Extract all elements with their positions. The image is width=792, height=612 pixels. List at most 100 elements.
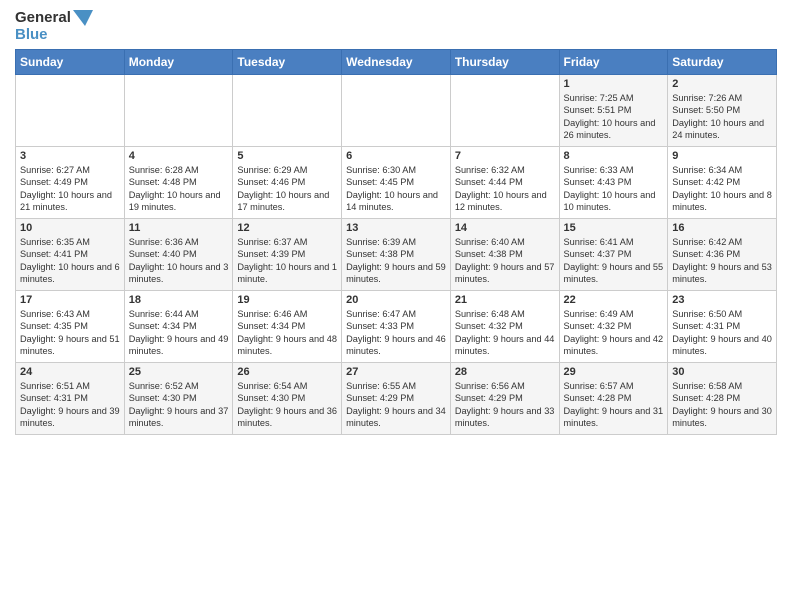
calendar-cell: 2Sunrise: 7:26 AM Sunset: 5:50 PM Daylig… (668, 75, 777, 147)
day-sun-info: Sunrise: 6:27 AM Sunset: 4:49 PM Dayligh… (20, 164, 120, 214)
day-number: 11 (129, 222, 229, 234)
day-number: 1 (564, 78, 664, 90)
calendar-cell (233, 75, 342, 147)
day-sun-info: Sunrise: 6:39 AM Sunset: 4:38 PM Dayligh… (346, 236, 446, 286)
day-sun-info: Sunrise: 6:41 AM Sunset: 4:37 PM Dayligh… (564, 236, 664, 286)
day-sun-info: Sunrise: 6:58 AM Sunset: 4:28 PM Dayligh… (672, 380, 772, 430)
day-number: 29 (564, 366, 664, 378)
day-header-tuesday: Tuesday (233, 50, 342, 75)
day-number: 16 (672, 222, 772, 234)
day-number: 10 (20, 222, 120, 234)
calendar-cell: 5 Sunrise: 6:29 AM Sunset: 4:46 PM Daylig… (233, 147, 342, 219)
calendar-cell (16, 75, 125, 147)
day-sun-info: Sunrise: 6:49 AM Sunset: 4:32 PM Dayligh… (564, 308, 664, 358)
calendar-cell: 13 Sunrise: 6:39 AM Sunset: 4:38 PM Dayli… (342, 219, 451, 291)
day-sun-info: Sunrise: 6:34 AM Sunset: 4:42 PM Dayligh… (672, 164, 772, 214)
day-sun-info: Sunrise: 6:36 AM Sunset: 4:40 PM Dayligh… (129, 236, 229, 286)
calendar-cell: 11 Sunrise: 6:36 AM Sunset: 4:40 PM Dayli… (124, 219, 233, 291)
day-sun-info: Sunrise: 6:54 AM Sunset: 4:30 PM Dayligh… (237, 380, 337, 430)
header: General Blue (15, 10, 777, 43)
day-number: 2 (672, 78, 772, 90)
day-header-thursday: Thursday (450, 50, 559, 75)
day-sun-info: Sunrise: 6:42 AM Sunset: 4:36 PM Dayligh… (672, 236, 772, 286)
calendar-cell: 19Sunrise: 6:46 AM Sunset: 4:34 PM Dayli… (233, 291, 342, 363)
day-sun-info: Sunrise: 6:50 AM Sunset: 4:31 PM Dayligh… (672, 308, 772, 358)
calendar-cell: 15Sunrise: 6:41 AM Sunset: 4:37 PM Dayli… (559, 219, 668, 291)
calendar-week-row: 17 Sunrise: 6:43 AM Sunset: 4:35 PM Dayli… (16, 291, 777, 363)
day-number: 21 (455, 294, 555, 306)
logo-general: General (15, 10, 71, 27)
calendar-header-row: SundayMondayTuesdayWednesdayThursdayFrid… (16, 50, 777, 75)
calendar-cell (450, 75, 559, 147)
day-number: 23 (672, 294, 772, 306)
day-number: 22 (564, 294, 664, 306)
page-container: General Blue SundayMondayTuesdayWednesda… (0, 0, 792, 440)
calendar-week-row: 1Sunrise: 7:25 AM Sunset: 5:51 PM Daylig… (16, 75, 777, 147)
day-number: 8 (564, 150, 664, 162)
calendar-cell: 23 Sunrise: 6:50 AM Sunset: 4:31 PM Dayli… (668, 291, 777, 363)
day-sun-info: Sunrise: 6:57 AM Sunset: 4:28 PM Dayligh… (564, 380, 664, 430)
day-header-friday: Friday (559, 50, 668, 75)
day-sun-info: Sunrise: 6:46 AM Sunset: 4:34 PM Dayligh… (237, 308, 337, 358)
calendar-cell (342, 75, 451, 147)
day-number: 30 (672, 366, 772, 378)
day-number: 18 (129, 294, 229, 306)
day-sun-info: Sunrise: 6:52 AM Sunset: 4:30 PM Dayligh… (129, 380, 229, 430)
calendar-cell: 29 Sunrise: 6:57 AM Sunset: 4:28 PM Dayli… (559, 363, 668, 435)
day-sun-info: Sunrise: 6:40 AM Sunset: 4:38 PM Dayligh… (455, 236, 555, 286)
calendar-cell: 8 Sunrise: 6:33 AM Sunset: 4:43 PM Daylig… (559, 147, 668, 219)
logo: General Blue (15, 10, 93, 43)
day-sun-info: Sunrise: 6:47 AM Sunset: 4:33 PM Dayligh… (346, 308, 446, 358)
day-number: 6 (346, 150, 446, 162)
logo-blue: Blue (15, 27, 48, 44)
day-sun-info: Sunrise: 6:29 AM Sunset: 4:46 PM Dayligh… (237, 164, 337, 214)
calendar-cell: 22 Sunrise: 6:49 AM Sunset: 4:32 PM Dayli… (559, 291, 668, 363)
day-number: 9 (672, 150, 772, 162)
day-header-saturday: Saturday (668, 50, 777, 75)
day-number: 12 (237, 222, 337, 234)
day-number: 7 (455, 150, 555, 162)
day-sun-info: Sunrise: 6:35 AM Sunset: 4:41 PM Dayligh… (20, 236, 120, 286)
day-sun-info: Sunrise: 6:37 AM Sunset: 4:39 PM Dayligh… (237, 236, 337, 286)
day-sun-info: Sunrise: 6:43 AM Sunset: 4:35 PM Dayligh… (20, 308, 120, 358)
day-sun-info: Sunrise: 6:51 AM Sunset: 4:31 PM Dayligh… (20, 380, 120, 430)
calendar-cell: 24Sunrise: 6:51 AM Sunset: 4:31 PM Dayli… (16, 363, 125, 435)
day-number: 13 (346, 222, 446, 234)
calendar-cell: 6 Sunrise: 6:30 AM Sunset: 4:45 PM Daylig… (342, 147, 451, 219)
day-header-sunday: Sunday (16, 50, 125, 75)
day-sun-info: Sunrise: 6:30 AM Sunset: 4:45 PM Dayligh… (346, 164, 446, 214)
calendar-cell: 18 Sunrise: 6:44 AM Sunset: 4:34 PM Dayli… (124, 291, 233, 363)
calendar-cell: 10 Sunrise: 6:35 AM Sunset: 4:41 PM Dayli… (16, 219, 125, 291)
day-header-wednesday: Wednesday (342, 50, 451, 75)
calendar-week-row: 24Sunrise: 6:51 AM Sunset: 4:31 PM Dayli… (16, 363, 777, 435)
day-sun-info: Sunrise: 6:33 AM Sunset: 4:43 PM Dayligh… (564, 164, 664, 214)
day-number: 3 (20, 150, 120, 162)
calendar-cell: 14 Sunrise: 6:40 AM Sunset: 4:38 PM Dayli… (450, 219, 559, 291)
day-number: 28 (455, 366, 555, 378)
day-sun-info: Sunrise: 6:44 AM Sunset: 4:34 PM Dayligh… (129, 308, 229, 358)
day-sun-info: Sunrise: 6:32 AM Sunset: 4:44 PM Dayligh… (455, 164, 555, 214)
calendar-cell: 21 Sunrise: 6:48 AM Sunset: 4:32 PM Dayli… (450, 291, 559, 363)
calendar-cell: 28 Sunrise: 6:56 AM Sunset: 4:29 PM Dayli… (450, 363, 559, 435)
day-number: 27 (346, 366, 446, 378)
calendar-cell: 30 Sunrise: 6:58 AM Sunset: 4:28 PM Dayli… (668, 363, 777, 435)
calendar-week-row: 10 Sunrise: 6:35 AM Sunset: 4:41 PM Dayli… (16, 219, 777, 291)
day-sun-info: Sunrise: 6:56 AM Sunset: 4:29 PM Dayligh… (455, 380, 555, 430)
day-number: 5 (237, 150, 337, 162)
calendar-cell (124, 75, 233, 147)
calendar-table: SundayMondayTuesdayWednesdayThursdayFrid… (15, 49, 777, 435)
day-number: 4 (129, 150, 229, 162)
calendar-cell: 4 Sunrise: 6:28 AM Sunset: 4:48 PM Daylig… (124, 147, 233, 219)
day-number: 14 (455, 222, 555, 234)
calendar-cell: 16 Sunrise: 6:42 AM Sunset: 4:36 PM Dayli… (668, 219, 777, 291)
day-number: 17 (20, 294, 120, 306)
day-sun-info: Sunrise: 6:55 AM Sunset: 4:29 PM Dayligh… (346, 380, 446, 430)
calendar-cell: 7 Sunrise: 6:32 AM Sunset: 4:44 PM Daylig… (450, 147, 559, 219)
calendar-cell: 25Sunrise: 6:52 AM Sunset: 4:30 PM Dayli… (124, 363, 233, 435)
calendar-cell: 12 Sunrise: 6:37 AM Sunset: 4:39 PM Dayli… (233, 219, 342, 291)
calendar-cell: 26Sunrise: 6:54 AM Sunset: 4:30 PM Dayli… (233, 363, 342, 435)
day-sun-info: Sunrise: 6:28 AM Sunset: 4:48 PM Dayligh… (129, 164, 229, 214)
calendar-cell: 3 Sunrise: 6:27 AM Sunset: 4:49 PM Daylig… (16, 147, 125, 219)
day-sun-info: Sunrise: 6:48 AM Sunset: 4:32 PM Dayligh… (455, 308, 555, 358)
calendar-cell: 17 Sunrise: 6:43 AM Sunset: 4:35 PM Dayli… (16, 291, 125, 363)
